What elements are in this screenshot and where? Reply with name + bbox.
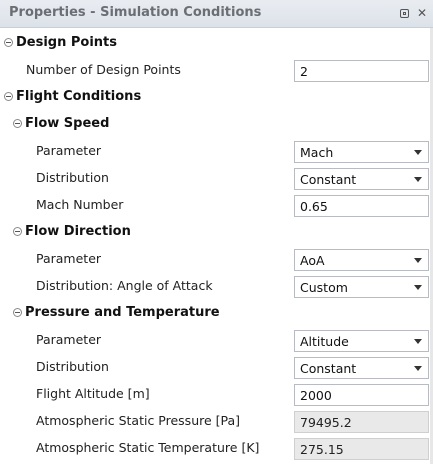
section-flow-direction[interactable]: Flow Direction	[0, 219, 430, 246]
property-row-angle-of-attack-distribution: Distribution: Angle of Attack Custom	[0, 273, 430, 300]
chevron-down-icon	[414, 285, 422, 290]
property-label: Number of Design Points	[26, 62, 181, 77]
property-label: Parameter	[36, 332, 102, 347]
collapse-icon[interactable]	[4, 92, 13, 101]
number-of-design-points-field[interactable]: 2	[294, 60, 429, 82]
property-label: Distribution	[36, 170, 109, 185]
property-label: Atmospheric Static Temperature [K]	[36, 440, 260, 455]
chevron-down-icon	[414, 150, 422, 155]
panel-title: Properties - Simulation Conditions	[9, 5, 262, 20]
pt-distribution-select[interactable]: Constant	[294, 357, 429, 379]
property-label: Distribution: Angle of Attack	[36, 278, 213, 293]
flow-speed-distribution-select[interactable]: Constant	[294, 168, 429, 190]
chevron-down-icon	[414, 258, 422, 263]
restore-window-icon[interactable]	[398, 7, 410, 19]
property-label: Parameter	[36, 143, 102, 158]
property-row-pt-distribution: Distribution Constant	[0, 354, 430, 381]
panel-titlebar: Properties - Simulation Conditions ✕	[0, 0, 433, 28]
property-row-static-temperature: Atmospheric Static Temperature [K] 275.1…	[0, 435, 430, 462]
mach-number-field[interactable]: 0.65	[294, 195, 429, 217]
section-flight-conditions[interactable]: Flight Conditions	[0, 84, 430, 111]
property-label: Atmospheric Static Pressure [Pa]	[36, 413, 241, 428]
properties-panel: Properties - Simulation Conditions ✕ Des…	[0, 0, 433, 464]
angle-of-attack-distribution-select[interactable]: Custom	[294, 276, 429, 298]
static-temperature-value: 275.15	[294, 438, 429, 460]
property-label: Flight Altitude [m]	[36, 386, 150, 401]
pt-parameter-select[interactable]: Altitude	[294, 330, 429, 352]
flow-direction-parameter-select[interactable]: AoA	[294, 249, 429, 271]
property-row-mach-number: Mach Number 0.65	[0, 192, 430, 219]
property-row-static-pressure: Atmospheric Static Pressure [Pa] 79495.2	[0, 408, 430, 435]
property-label: Parameter	[36, 251, 102, 266]
property-row-pt-parameter: Parameter Altitude	[0, 327, 430, 354]
section-label: Flight Conditions	[16, 89, 142, 104]
section-label: Design Points	[16, 35, 118, 50]
static-pressure-value: 79495.2	[294, 411, 429, 433]
section-label: Flow Speed	[25, 116, 110, 131]
flight-altitude-field[interactable]: 2000	[294, 384, 429, 406]
chevron-down-icon	[414, 366, 422, 371]
section-label: Pressure and Temperature	[25, 305, 220, 320]
section-design-points[interactable]: Design Points	[0, 30, 430, 57]
property-label: Mach Number	[36, 197, 124, 212]
close-icon[interactable]: ✕	[416, 7, 428, 19]
chevron-down-icon	[414, 177, 422, 182]
property-row-number-of-design-points: Number of Design Points 2	[0, 57, 430, 84]
property-row-flow-speed-parameter: Parameter Mach	[0, 138, 430, 165]
collapse-icon[interactable]	[4, 38, 13, 47]
collapse-icon[interactable]	[13, 308, 22, 317]
flow-speed-parameter-select[interactable]: Mach	[294, 141, 429, 163]
collapse-icon[interactable]	[13, 227, 22, 236]
property-row-flight-altitude: Flight Altitude [m] 2000	[0, 381, 430, 408]
property-row-flow-speed-distribution: Distribution Constant	[0, 165, 430, 192]
property-row-flow-direction-parameter: Parameter AoA	[0, 246, 430, 273]
collapse-icon[interactable]	[13, 119, 22, 128]
section-flow-speed[interactable]: Flow Speed	[0, 111, 430, 138]
section-label: Flow Direction	[25, 224, 131, 239]
section-pressure-temperature[interactable]: Pressure and Temperature	[0, 300, 430, 327]
chevron-down-icon	[414, 339, 422, 344]
property-label: Distribution	[36, 359, 109, 374]
